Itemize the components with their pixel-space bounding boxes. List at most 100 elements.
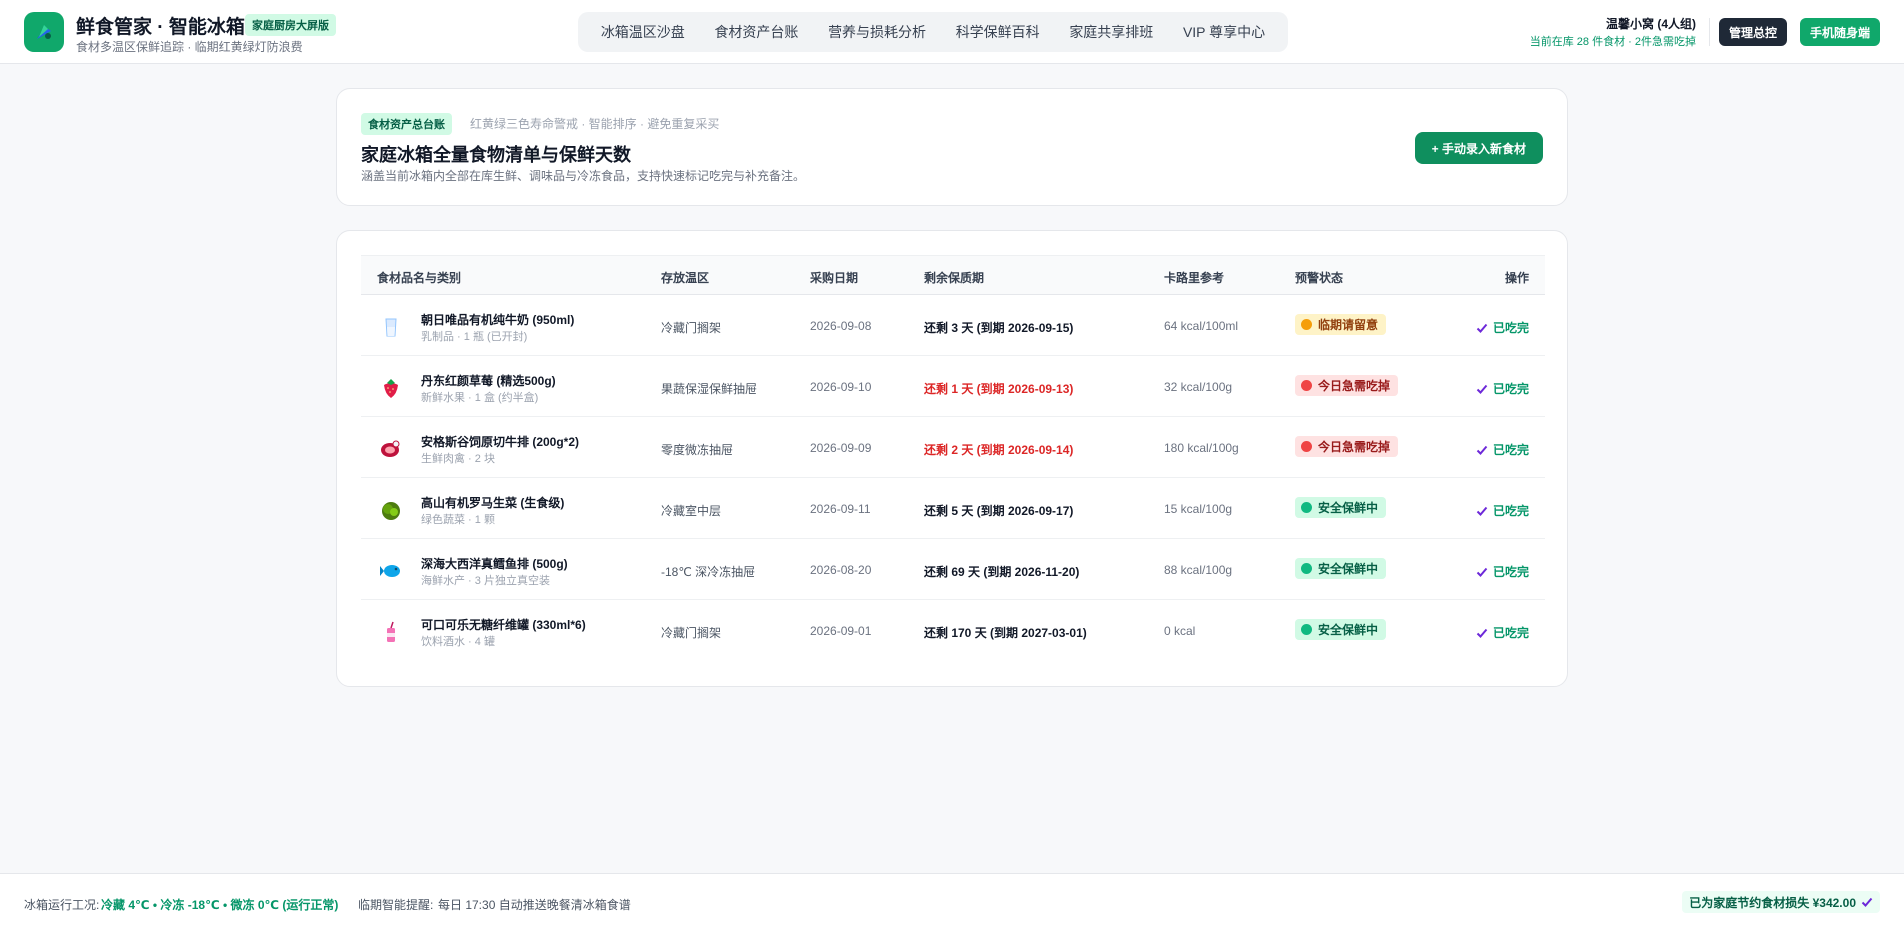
status-dot-icon xyxy=(1301,319,1312,330)
app-title: 鲜食管家 · 智能冰箱 xyxy=(76,17,245,38)
mark-eaten-button[interactable]: 已吃完 xyxy=(1476,441,1529,458)
nav-item-asset-ledger[interactable]: 食材资产台账 xyxy=(714,22,798,42)
storage-zone: -18℃ 深冷冻抽屉 xyxy=(661,565,756,579)
nav-item-zone-sandbox[interactable]: 冰箱温区沙盘 xyxy=(601,22,685,42)
status-dot-icon xyxy=(1301,624,1312,635)
nav-item-freshness-wiki[interactable]: 科学保鲜百科 xyxy=(956,22,1040,42)
stock-summary: 当前在库 28 件食材 · 2件急需吃掉 xyxy=(1529,36,1696,48)
check-icon xyxy=(1476,567,1488,577)
status-badge: 临期请留意 xyxy=(1295,314,1387,335)
status-badge: 安全保鲜中 xyxy=(1295,619,1387,640)
remaining-shelf-life: 还剩 170 天 (到期 2027-03-01) xyxy=(924,626,1087,640)
check-icon xyxy=(1476,384,1488,394)
nav-item-family-schedule[interactable]: 家庭共享排班 xyxy=(1069,22,1153,42)
column-header-remaining[interactable]: 剩余保质期 xyxy=(924,269,984,286)
mark-eaten-button[interactable]: 已吃完 xyxy=(1476,380,1529,397)
savings-badge: 已为家庭节约食材损失 ¥342.00 xyxy=(1682,891,1880,913)
column-header-name[interactable]: 食材品名与类别 xyxy=(377,269,461,286)
purchase-date: 2026-09-09 xyxy=(810,441,872,455)
page-title: 家庭冰箱全量食物清单与保鲜天数 xyxy=(361,145,631,165)
status-dot-icon xyxy=(1301,380,1312,391)
food-category: 饮料酒水 · 4 罐 xyxy=(421,636,495,648)
status-dot-icon xyxy=(1301,502,1312,513)
admin-console-button[interactable]: 管理总控 xyxy=(1719,18,1788,46)
app-logo[interactable] xyxy=(24,12,64,52)
food-name: 可口可乐无糖纤维罐 (330ml*6) xyxy=(421,618,586,632)
food-category: 乳制品 · 1 瓶 (已开封) xyxy=(421,331,528,343)
add-food-button[interactable]: + 手动录入新食材 xyxy=(1414,132,1543,164)
nav-item-nutrition-analysis[interactable]: 营养与损耗分析 xyxy=(828,22,926,42)
section-tagline: 红黄绿三色寿命警戒 · 智能排序 · 避免重复采买 xyxy=(470,117,720,131)
running-status-label: 冰箱运行工况: xyxy=(24,898,100,912)
table-row[interactable]: 安格斯谷饲原切牛排 (200g*2) 生鲜肉禽 · 2 块 零度微冻抽屉 202… xyxy=(361,417,1545,478)
status-badge: 今日急需吃掉 xyxy=(1295,436,1399,457)
column-header-date[interactable]: 采购日期 xyxy=(810,269,858,286)
mark-eaten-button[interactable]: 已吃完 xyxy=(1476,502,1529,519)
status-badge: 安全保鲜中 xyxy=(1295,497,1387,518)
remaining-shelf-life: 还剩 1 天 (到期 2026-09-13) xyxy=(924,382,1074,396)
column-header-action: 操作 xyxy=(1504,271,1529,285)
table-row[interactable]: 可口可乐无糖纤维罐 (330ml*6) 饮料酒水 · 4 罐 冷藏门搁架 202… xyxy=(361,600,1545,661)
reminder-label: 临期智能提醒: xyxy=(358,898,434,912)
food-name: 丹东红颜草莓 (精选500g) xyxy=(421,374,556,388)
mark-eaten-label: 已吃完 xyxy=(1492,565,1529,579)
status-label: 安全保鲜中 xyxy=(1318,501,1379,515)
table-row[interactable]: 高山有机罗马生菜 (生食级) 绿色蔬菜 · 1 颗 冷藏室中层 2026-09-… xyxy=(361,478,1545,539)
strawberry-icon xyxy=(377,374,405,402)
storage-zone: 冷藏室中层 xyxy=(661,504,722,518)
mark-eaten-button[interactable]: 已吃完 xyxy=(1476,563,1529,580)
storage-zone: 冷藏门搁架 xyxy=(661,626,722,640)
logo-icon xyxy=(37,25,51,39)
nav-item-vip-center[interactable]: VIP 尊享中心 xyxy=(1183,22,1265,42)
mark-eaten-label: 已吃完 xyxy=(1492,382,1529,396)
status-label: 临期请留意 xyxy=(1318,318,1379,332)
mark-eaten-label: 已吃完 xyxy=(1492,443,1529,457)
ledger-hero-card: 食材资产总台账 红黄绿三色寿命警戒 · 智能排序 · 避免重复采买 家庭冰箱全量… xyxy=(336,88,1568,206)
food-table: 食材品名与类别 存放温区 采购日期 剩余保质期 卡路里参考 预警状态 操作 朝日… xyxy=(361,255,1545,661)
status-dot-icon xyxy=(1301,441,1312,452)
column-header-status[interactable]: 预警状态 xyxy=(1295,269,1343,286)
main-nav: 冰箱温区沙盘 食材资产台账 营养与损耗分析 科学保鲜百科 家庭共享排班 VIP … xyxy=(578,12,1288,52)
food-category: 新鲜水果 · 1 盒 (约半盒) xyxy=(421,392,539,404)
remaining-shelf-life: 还剩 69 天 (到期 2026-11-20) xyxy=(924,565,1080,579)
food-category: 绿色蔬菜 · 1 颗 xyxy=(421,514,495,526)
purchase-date: 2026-09-11 xyxy=(810,502,871,516)
mark-eaten-button[interactable]: 已吃完 xyxy=(1476,624,1529,641)
remaining-shelf-life: 还剩 2 天 (到期 2026-09-14) xyxy=(924,443,1074,457)
status-badge: 今日急需吃掉 xyxy=(1295,375,1399,396)
header-divider xyxy=(1709,18,1710,46)
column-header-zone[interactable]: 存放温区 xyxy=(661,269,709,286)
soda-icon xyxy=(377,618,405,646)
section-tag: 食材资产总台账 xyxy=(361,113,452,135)
purchase-date: 2026-09-08 xyxy=(810,319,872,333)
check-icon xyxy=(1861,897,1873,907)
table-row[interactable]: 丹东红颜草莓 (精选500g) 新鲜水果 · 1 盒 (约半盒) 果蔬保湿保鲜抽… xyxy=(361,356,1545,417)
status-badge: 安全保鲜中 xyxy=(1295,558,1387,579)
status-label: 今日急需吃掉 xyxy=(1318,379,1391,393)
check-icon xyxy=(1476,628,1488,638)
milk-icon xyxy=(377,313,405,341)
remaining-shelf-life: 还剩 5 天 (到期 2026-09-17) xyxy=(924,504,1074,518)
calorie-reference: 32 kcal/100g xyxy=(1164,380,1233,394)
food-table-card: 食材品名与类别 存放温区 采购日期 剩余保质期 卡路里参考 预警状态 操作 朝日… xyxy=(336,230,1568,687)
edition-badge: 家庭厨房大屏版 xyxy=(245,14,336,36)
savings-label: 已为家庭节约食材损失 ¥342.00 xyxy=(1689,895,1856,910)
fish-icon xyxy=(377,557,405,585)
page-description: 涵盖当前冰箱内全部在库生鲜、调味品与冷冻食品，支持快速标记吃完与补充备注。 xyxy=(361,169,806,183)
check-icon xyxy=(1476,445,1488,455)
reminder-value: 每日 17:30 自动推送晚餐清冰箱食谱 xyxy=(438,898,631,912)
food-category: 海鲜水产 · 3 片独立真空装 xyxy=(421,575,550,587)
food-name: 深海大西洋真鳕鱼排 (500g) xyxy=(421,557,568,571)
lettuce-icon xyxy=(377,496,405,524)
household-name[interactable]: 温馨小窝 (4人组) xyxy=(1606,15,1696,32)
column-header-calories[interactable]: 卡路里参考 xyxy=(1164,269,1224,286)
mark-eaten-button[interactable]: 已吃完 xyxy=(1476,319,1529,336)
calorie-reference: 88 kcal/100g xyxy=(1164,563,1233,577)
table-row[interactable]: 深海大西洋真鳕鱼排 (500g) 海鲜水产 · 3 片独立真空装 -18℃ 深冷… xyxy=(361,539,1545,600)
table-header: 食材品名与类别 存放温区 采购日期 剩余保质期 卡路里参考 预警状态 操作 xyxy=(361,255,1545,295)
purchase-date: 2026-08-20 xyxy=(810,563,872,577)
mobile-app-button[interactable]: 手机随身端 xyxy=(1800,18,1881,46)
status-label: 安全保鲜中 xyxy=(1318,623,1379,637)
check-icon xyxy=(1476,506,1488,516)
table-row[interactable]: 朝日唯品有机纯牛奶 (950ml) 乳制品 · 1 瓶 (已开封) 冷藏门搁架 … xyxy=(361,295,1545,356)
